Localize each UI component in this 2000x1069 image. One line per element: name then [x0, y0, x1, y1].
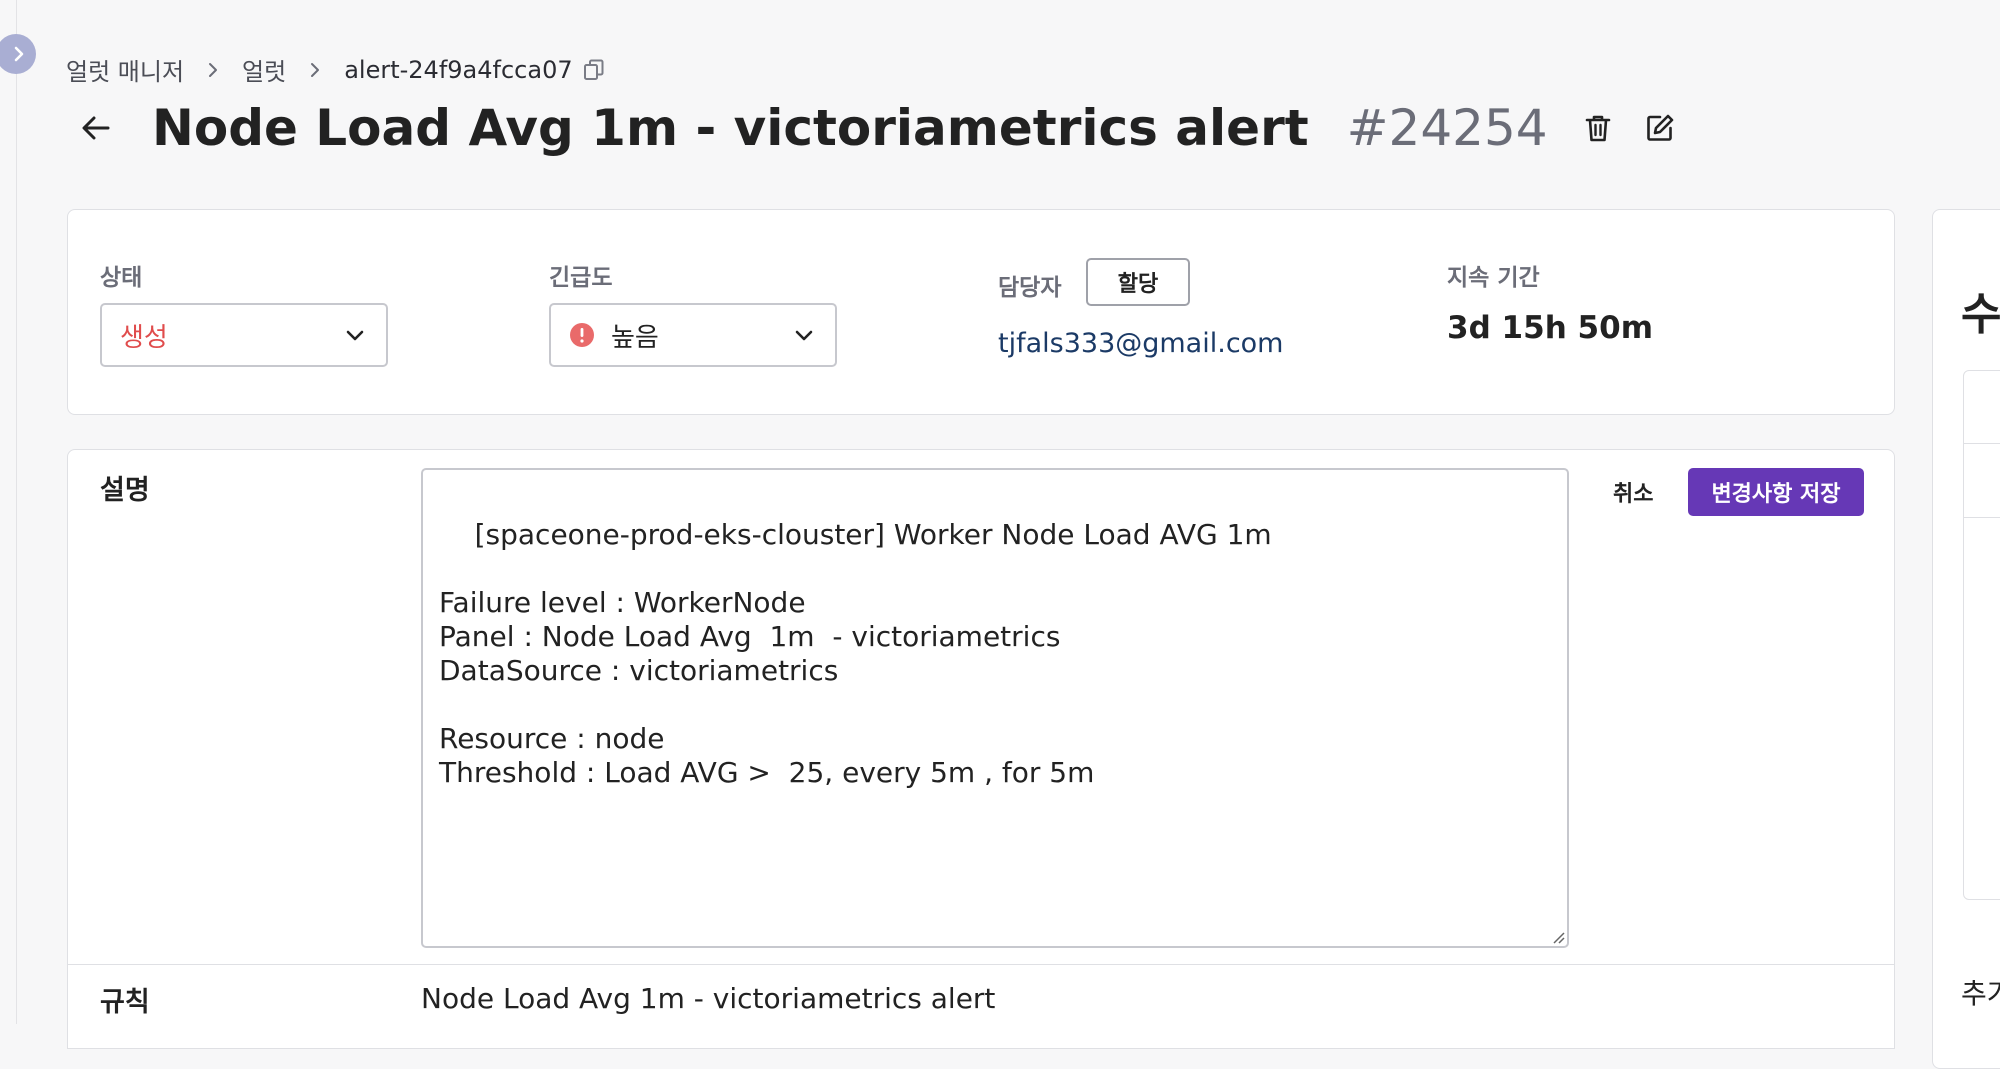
description-text: [spaceone-prod-eks-clouster] Worker Node…	[439, 518, 1272, 789]
urgency-label: 긴급도	[549, 265, 613, 291]
sidebar-rail	[0, 0, 17, 1024]
breadcrumb-current: alert-24f9a4fcca07	[344, 55, 573, 84]
urgency-dropdown[interactable]: 높음	[549, 303, 837, 367]
right-panel-footer: 추가	[1961, 977, 2000, 1010]
copy-icon[interactable]	[581, 57, 607, 83]
urgency-value: 높음	[611, 322, 659, 353]
chevron-right-icon	[14, 46, 24, 62]
alert-detail-card: 설명 [spaceone-prod-eks-clouster] Worker N…	[67, 449, 1895, 1049]
chevron-down-icon	[346, 330, 364, 341]
assign-button[interactable]: 할당	[1086, 258, 1190, 306]
chevron-down-icon	[795, 330, 813, 341]
edit-icon	[1646, 114, 1673, 141]
cancel-button[interactable]: 취소	[1613, 476, 1653, 508]
sidebar-expand-button[interactable]	[0, 34, 36, 74]
back-button[interactable]	[76, 108, 116, 148]
list-divider	[1964, 517, 2000, 518]
description-textarea[interactable]: [spaceone-prod-eks-clouster] Worker Node…	[421, 468, 1569, 948]
duration-value: 3d 15h 50m	[1447, 310, 1653, 346]
alert-number: #24254	[1346, 99, 1548, 157]
resize-grip-icon[interactable]	[1549, 928, 1565, 944]
page-title: Node Load Avg 1m - victoriametrics alert	[152, 99, 1309, 157]
title-row: Node Load Avg 1m - victoriametrics alert…	[76, 96, 1680, 160]
breadcrumb-alert-manager[interactable]: 얼럿 매니저	[66, 52, 184, 87]
save-changes-button[interactable]: 변경사항 저장	[1688, 468, 1864, 516]
arrow-left-icon	[82, 116, 110, 140]
rule-value: Node Load Avg 1m - victoriametrics alert	[421, 982, 996, 1015]
trash-icon	[1585, 115, 1610, 142]
description-label: 설명	[100, 475, 150, 506]
assignee-email[interactable]: tjfals333@gmail.com	[998, 328, 1283, 359]
status-dropdown[interactable]: 생성	[100, 303, 388, 367]
list-divider	[1964, 443, 2000, 444]
section-divider	[68, 964, 1894, 965]
right-side-panel: 수 추가	[1932, 209, 2000, 1069]
chevron-right-icon	[311, 62, 320, 77]
status-label: 상태	[100, 265, 143, 291]
breadcrumb-alerts[interactable]: 얼럿	[242, 52, 286, 87]
rule-label: 규칙	[100, 987, 150, 1018]
delete-button[interactable]	[1578, 108, 1618, 148]
alert-info-card: 상태 생성 긴급도 높음 담당자 할당 tjfals333@gmail.com …	[67, 209, 1895, 415]
chevron-right-icon	[209, 62, 218, 77]
breadcrumb: 얼럿 매니저 얼럿 alert-24f9a4fcca07	[66, 52, 607, 87]
duration-label: 지속 기간	[1447, 265, 1540, 291]
right-panel-heading: 수	[1961, 289, 2000, 340]
edit-button[interactable]	[1640, 108, 1680, 148]
right-panel-list	[1963, 370, 2000, 900]
status-value: 생성	[120, 322, 168, 353]
alert-circle-icon	[570, 323, 594, 347]
assignee-label: 담당자	[998, 275, 1062, 301]
